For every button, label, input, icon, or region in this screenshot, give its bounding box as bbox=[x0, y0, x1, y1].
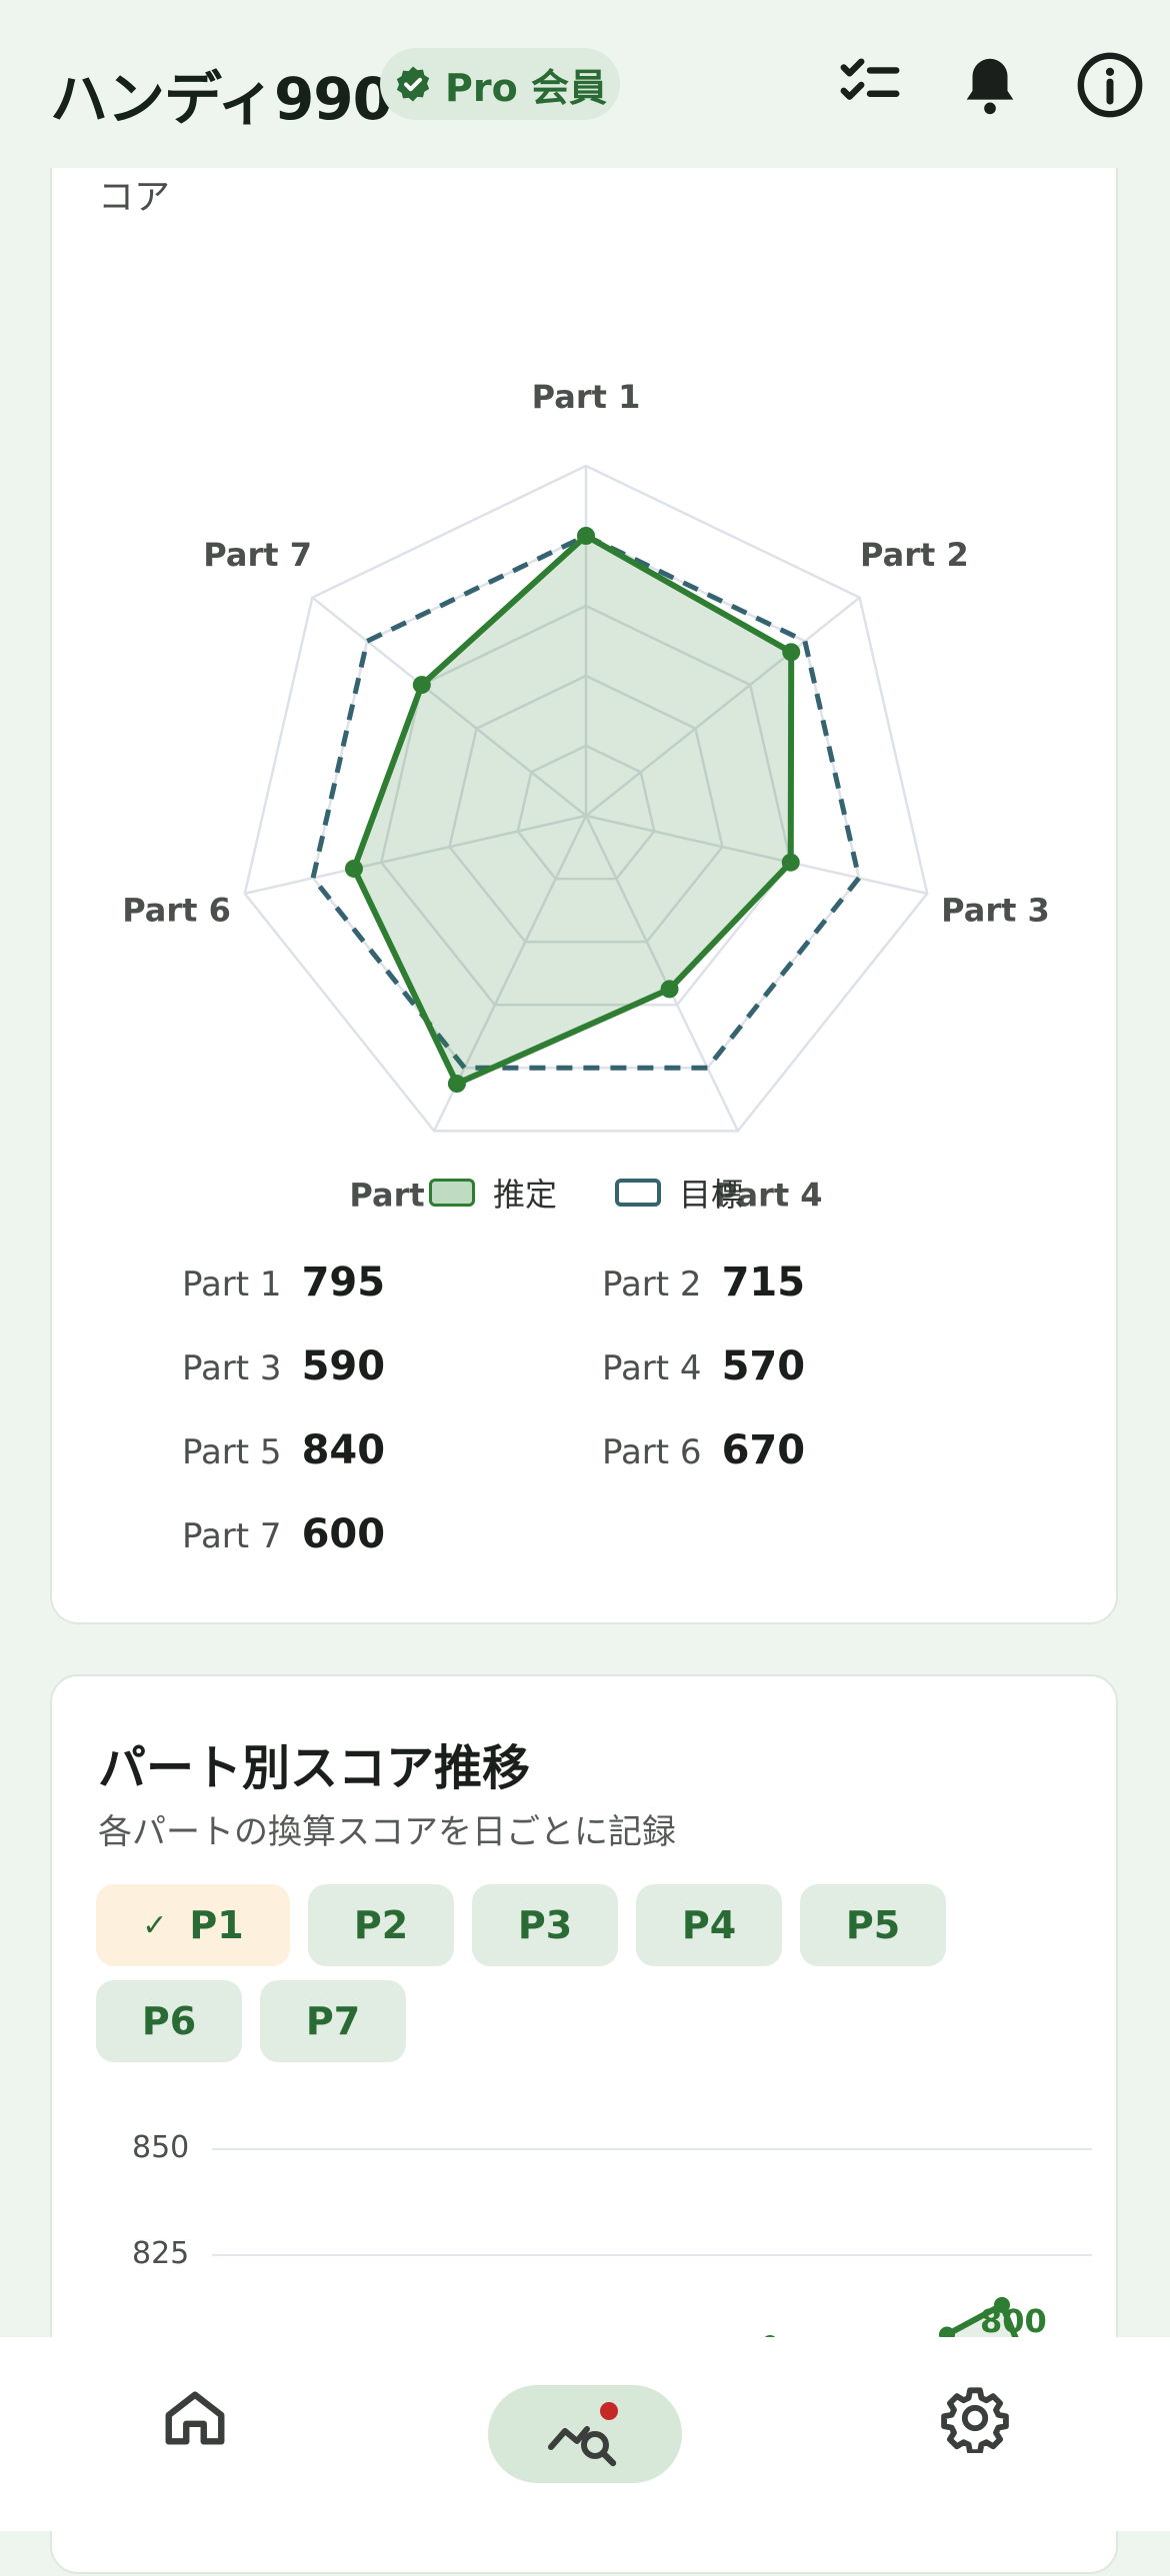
info-icon[interactable] bbox=[1075, 50, 1145, 120]
radar-axis-label: Part 2 bbox=[860, 536, 969, 574]
analytics-search-icon bbox=[548, 2402, 618, 2467]
estimate-point bbox=[577, 527, 595, 545]
gear-icon bbox=[941, 2387, 1009, 2456]
pro-badge-label: Pro 会員 bbox=[445, 65, 607, 110]
legend-estimate[interactable]: 推定 bbox=[428, 1170, 557, 1216]
radar-axis-label: Part 1 bbox=[532, 378, 641, 416]
score-part-3: Part 3 590 bbox=[182, 1343, 386, 1389]
radar-axis-label: Part 6 bbox=[122, 891, 231, 929]
checklist-icon[interactable] bbox=[835, 50, 905, 120]
notification-bell-icon[interactable] bbox=[955, 50, 1025, 120]
card-title-partial: コア bbox=[98, 177, 171, 218]
nav-home[interactable] bbox=[160, 2383, 230, 2453]
radar-legend: 推定 目標 bbox=[52, 1170, 1120, 1216]
estimate-point bbox=[782, 643, 801, 662]
pro-member-badge[interactable]: Pro 会員 bbox=[380, 48, 620, 120]
score-part-7: Part 7 600 bbox=[182, 1511, 386, 1557]
part-score-radar-card: コア Part 1 Part 2 Part 3 Part 4 Part 5 Part 6P… bbox=[50, 120, 1118, 1624]
trend-end-value-label: 800 bbox=[980, 2302, 1047, 2340]
bottom-navigation bbox=[0, 2337, 1170, 2531]
score-part-5: Part 5 840 bbox=[182, 1427, 386, 1473]
legend-target[interactable]: 目標 bbox=[615, 1170, 743, 1216]
target-swatch bbox=[615, 1179, 661, 1207]
estimate-point bbox=[781, 853, 800, 872]
legend-estimate-label: 推定 bbox=[492, 1176, 557, 1214]
score-part-2: Part 2 715 bbox=[602, 1260, 806, 1305]
score-part-1: Part 1 795 bbox=[182, 1260, 386, 1305]
score-part-6: Part 6 670 bbox=[602, 1427, 806, 1473]
app-title: ハンディ990 bbox=[50, 65, 393, 133]
home-icon bbox=[165, 2391, 225, 2445]
notification-dot bbox=[600, 2402, 618, 2420]
estimate-point bbox=[412, 676, 431, 695]
estimate-swatch bbox=[428, 1179, 475, 1207]
nav-analytics[interactable] bbox=[488, 2385, 682, 2483]
app-header: ハンディ990 Pro 会員 bbox=[0, 0, 1170, 168]
radar-axis-label: Part 3 bbox=[941, 891, 1050, 929]
score-part-4: Part 4 570 bbox=[602, 1343, 806, 1389]
verified-icon bbox=[396, 66, 430, 102]
estimate-point bbox=[447, 1075, 466, 1094]
legend-target-label: 目標 bbox=[679, 1176, 744, 1214]
radar-axis-label: Part 7 bbox=[203, 536, 312, 574]
estimate-point bbox=[660, 980, 679, 999]
radar-chart: Part 1Part 2Part 3Part 4Part 5Part 6Part… bbox=[122, 378, 1050, 1214]
nav-settings[interactable] bbox=[940, 2383, 1010, 2456]
estimate-point bbox=[344, 859, 363, 878]
